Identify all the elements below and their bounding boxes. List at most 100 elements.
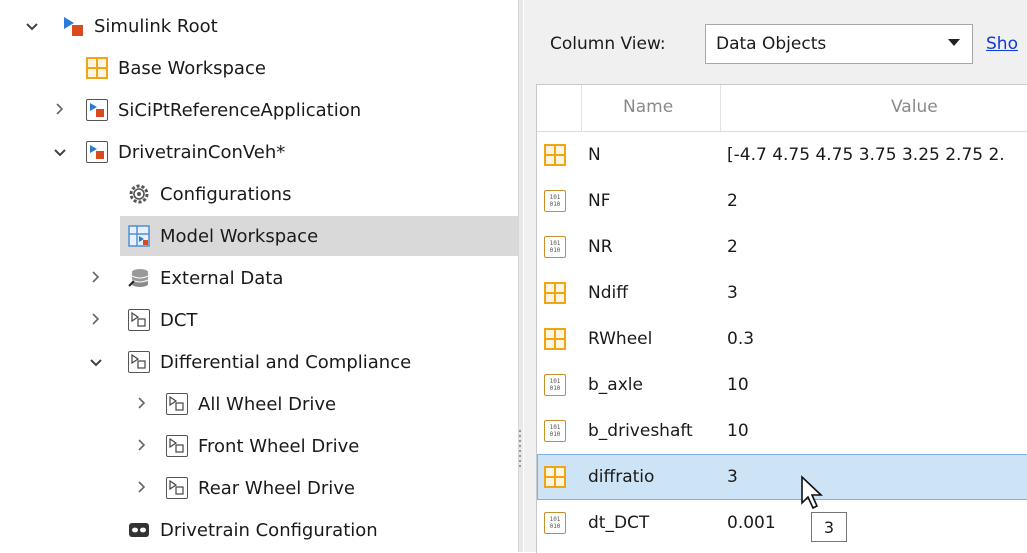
- row-name: RWheel: [588, 329, 653, 349]
- binary-vector-icon: 101 010: [544, 190, 566, 212]
- tree-node-all-wheel-drive[interactable]: All Wheel Drive: [132, 384, 336, 424]
- model-explorer-tree: Simulink Root Base Workspace SiCiPtRefer…: [0, 0, 518, 552]
- row-name: N: [588, 145, 601, 165]
- table-row[interactable]: 101 010 NR 2: [537, 224, 1027, 270]
- subsystem-block-icon: [128, 309, 150, 331]
- column-view-dropdown[interactable]: Data Objects: [705, 24, 973, 64]
- tree-node-differential-compliance[interactable]: Differential and Compliance: [86, 342, 411, 382]
- header-divider: [720, 85, 721, 131]
- table-row[interactable]: 101 010 b_driveshaft 10: [537, 408, 1027, 454]
- grid-icon: [544, 328, 566, 350]
- chevron-right-icon[interactable]: [86, 269, 106, 288]
- tree-node-label: Base Workspace: [118, 57, 266, 79]
- table-row[interactable]: 101 010 dt_DCT 0.001: [537, 500, 1027, 546]
- tree-node-label: External Data: [160, 267, 284, 289]
- chevron-right-icon[interactable]: [86, 311, 106, 330]
- chevron-down-icon[interactable]: [22, 17, 42, 36]
- row-value[interactable]: 2: [727, 237, 738, 257]
- tree-node-configurations[interactable]: Configurations: [128, 174, 291, 214]
- row-value[interactable]: 0.3: [727, 329, 754, 349]
- gear-icon: [128, 183, 150, 205]
- grid-icon: [544, 466, 566, 488]
- tree-node-drivetrain-configuration[interactable]: Drivetrain Configuration: [128, 510, 378, 550]
- simulink-root-icon: [62, 15, 84, 37]
- model-icon: [86, 99, 108, 121]
- table-row[interactable]: 101 010 NF 2: [537, 178, 1027, 224]
- subsystem-block-icon: [128, 351, 150, 373]
- tree-node-label: Differential and Compliance: [160, 351, 412, 373]
- tree-node-label: Front Wheel Drive: [198, 435, 360, 457]
- tree-node-rear-wheel-drive[interactable]: Rear Wheel Drive: [132, 468, 355, 508]
- model-workspace-icon: [128, 225, 150, 247]
- tree-node-sicipt[interactable]: SiCiPtReferenceApplication: [50, 90, 361, 130]
- show-details-link[interactable]: Sho: [986, 34, 1018, 54]
- dropdown-caret-icon: [948, 39, 960, 46]
- row-value[interactable]: [-4.7 4.75 4.75 3.75 3.25 2.75 2.: [727, 145, 1005, 165]
- binary-vector-icon: 101 010: [544, 374, 566, 396]
- column-header-value[interactable]: Value: [891, 97, 938, 117]
- column-view-label: Column View:: [550, 34, 666, 54]
- tree-node-simulink-root[interactable]: Simulink Root: [22, 6, 218, 46]
- header-divider: [581, 85, 582, 131]
- table-row[interactable]: RWheel 0.3: [537, 316, 1027, 362]
- row-name: NF: [588, 191, 611, 211]
- mouse-pointer-icon: [801, 475, 824, 510]
- tree-node-label: Configurations: [160, 183, 292, 205]
- chevron-down-icon[interactable]: [50, 143, 70, 162]
- tree-node-label: Drivetrain Configuration: [160, 519, 378, 541]
- table-row[interactable]: N [-4.7 4.75 4.75 3.75 3.25 2.75 2.: [537, 132, 1027, 178]
- row-value[interactable]: 3: [727, 467, 738, 487]
- row-value[interactable]: 0.001: [727, 513, 776, 533]
- tree-node-base-workspace[interactable]: Base Workspace: [86, 48, 266, 88]
- tree-node-label: Model Workspace: [160, 225, 319, 247]
- value-tooltip: 3: [811, 512, 847, 542]
- splitter-grip[interactable]: [519, 430, 521, 470]
- binary-vector-icon: 101 010: [544, 236, 566, 258]
- column-view-selected: Data Objects: [716, 34, 827, 54]
- table-header: Name Value: [537, 85, 1027, 132]
- tree-node-label: Rear Wheel Drive: [198, 477, 355, 499]
- binary-vector-icon: 101 010: [544, 420, 566, 442]
- mask-icon: [128, 519, 150, 541]
- tree-node-label: SiCiPtReferenceApplication: [118, 99, 362, 121]
- tree-node-label: DCT: [160, 309, 198, 331]
- subsystem-block-icon: [166, 435, 188, 457]
- row-name: b_axle: [588, 375, 643, 395]
- table-row[interactable]: Ndiff 3: [537, 270, 1027, 316]
- row-name: Ndiff: [588, 283, 628, 303]
- row-value[interactable]: 3: [727, 283, 738, 303]
- subsystem-block-icon: [166, 393, 188, 415]
- tree-node-model-workspace[interactable]: Model Workspace: [120, 216, 518, 256]
- chevron-right-icon[interactable]: [132, 437, 152, 456]
- contents-pane: Column View: Data Objects Sho Name Value…: [524, 0, 1027, 553]
- row-name: dt_DCT: [588, 513, 650, 533]
- row-value[interactable]: 10: [727, 375, 749, 395]
- tree-node-label: All Wheel Drive: [198, 393, 337, 415]
- table-row[interactable]: 101 010 b_axle 10: [537, 362, 1027, 408]
- chevron-down-icon[interactable]: [86, 353, 106, 372]
- row-value[interactable]: 10: [727, 421, 749, 441]
- grid-icon: [544, 282, 566, 304]
- row-value[interactable]: 2: [727, 191, 738, 211]
- model-icon: [86, 141, 108, 163]
- row-name: diffratio: [588, 467, 655, 487]
- subsystem-block-icon: [166, 477, 188, 499]
- column-header-name[interactable]: Name: [623, 97, 673, 117]
- tree-node-label: Simulink Root: [94, 15, 218, 37]
- grid-icon: [86, 57, 108, 79]
- chevron-right-icon[interactable]: [132, 479, 152, 498]
- column-view-bar: Column View: Data Objects Sho: [524, 0, 1027, 84]
- binary-vector-icon: 101 010: [544, 512, 566, 534]
- row-name: NR: [588, 237, 613, 257]
- row-name: b_driveshaft: [588, 421, 693, 441]
- chevron-right-icon[interactable]: [50, 101, 70, 120]
- database-icon: [128, 267, 150, 289]
- table-row-selected[interactable]: diffratio 3: [537, 454, 1027, 500]
- tree-node-drivetrainconveh[interactable]: DrivetrainConVeh*: [50, 132, 285, 172]
- grid-icon: [544, 144, 566, 166]
- tree-node-external-data[interactable]: External Data: [86, 258, 283, 298]
- tree-node-dct[interactable]: DCT: [86, 300, 197, 340]
- tree-node-label: DrivetrainConVeh*: [118, 141, 286, 163]
- chevron-right-icon[interactable]: [132, 395, 152, 414]
- tree-node-front-wheel-drive[interactable]: Front Wheel Drive: [132, 426, 359, 466]
